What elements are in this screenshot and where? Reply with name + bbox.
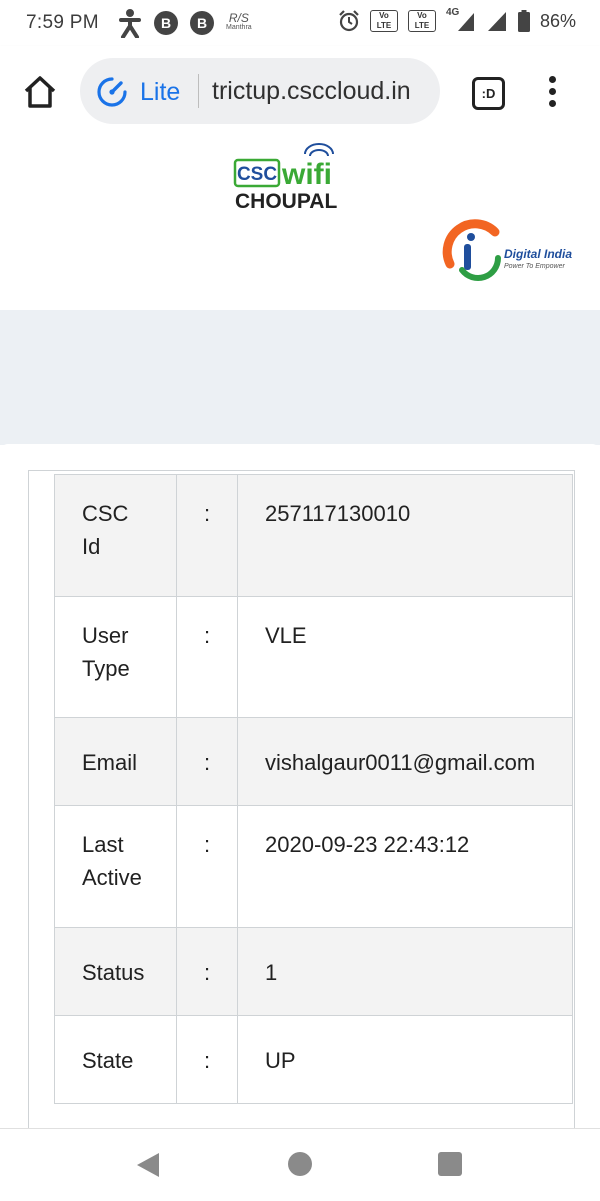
table-row: Status : 1	[54, 927, 573, 1016]
url-divider	[198, 74, 199, 108]
table-row: Email : vishalgaur0011@gmail.com	[54, 717, 573, 806]
home-icon[interactable]	[22, 74, 58, 110]
volte-2-icon: Vo LTE	[407, 10, 436, 32]
row-value-email: vishalgaur0011@gmail.com	[237, 717, 573, 806]
lite-speed-icon[interactable]	[96, 76, 128, 108]
table-row: User Type : VLE	[54, 596, 573, 718]
gray-banner	[0, 310, 600, 445]
row-value-user-type: VLE	[237, 596, 573, 718]
volte-1-icon: Vo LTE	[369, 10, 398, 32]
status-time: 7:59 PM	[26, 12, 99, 33]
browser-toolbar: Lite trictup.csccloud.in :D	[0, 46, 600, 138]
svg-text:CHOUPAL: CHOUPAL	[235, 190, 337, 212]
home-nav-icon[interactable]	[288, 1152, 312, 1176]
row-separator: :	[176, 1015, 238, 1104]
row-separator: :	[176, 474, 238, 597]
row-value-csc-id: 257117130010	[237, 474, 573, 597]
rs-app-icon: R/S Manthra	[226, 11, 252, 31]
digital-india-logo: Digital India Power To Empower	[442, 219, 572, 281]
notification-icons: B B R/S Manthra	[118, 8, 252, 38]
recent-apps-icon[interactable]	[438, 1152, 462, 1176]
row-separator: :	[176, 717, 238, 806]
tab-switcher-icon[interactable]: :D	[472, 77, 505, 110]
page-header: CSC wifi CHOUPAL Digital India Power To …	[0, 138, 600, 310]
row-key-state: State	[54, 1015, 177, 1104]
row-key-user-type: User Type	[54, 596, 177, 718]
profile-table: CSC Id : 257117130010 User Type : VLE Emai…	[54, 474, 573, 1104]
battery-icon	[517, 10, 530, 32]
row-separator: :	[176, 596, 238, 718]
row-value-status: 1	[237, 927, 573, 1016]
url-text[interactable]: trictup.csccloud.in	[212, 77, 411, 106]
row-key-csc-id: CSC Id	[54, 474, 177, 597]
svg-text:CSC: CSC	[237, 164, 277, 185]
row-key-status: Status	[54, 927, 177, 1016]
row-separator: :	[176, 805, 238, 928]
row-key-email: Email	[54, 717, 177, 806]
b-app-icon-2: B	[190, 11, 214, 35]
status-bar: 7:59 PM B B R/S Manthra Vo LTE Vo LTE 4G	[0, 0, 600, 46]
lite-label[interactable]: Lite	[140, 78, 180, 107]
b-app-icon: B	[154, 11, 178, 35]
system-nav-bar	[0, 1128, 600, 1201]
row-separator: :	[176, 927, 238, 1016]
svg-text:Digital India: Digital India	[504, 247, 572, 261]
table-row: Last Active : 2020-09-23 22:43:12	[54, 805, 573, 928]
back-icon[interactable]	[135, 1151, 161, 1179]
row-value-last-active: 2020-09-23 22:43:12	[237, 805, 573, 928]
alarm-icon	[339, 10, 359, 32]
battery-percent: 86%	[539, 10, 576, 31]
overflow-menu-icon[interactable]	[546, 76, 558, 108]
accessibility-person-icon	[119, 9, 141, 38]
profile-card: CSC Id : 257117130010 User Type : VLE Emai…	[0, 444, 600, 1141]
svg-text:Power To Empower: Power To Empower	[504, 263, 565, 270]
row-value-state: UP	[237, 1015, 573, 1104]
svg-text:wifi: wifi	[281, 158, 332, 191]
row-key-last-active: Last Active	[54, 805, 177, 928]
table-row: State : UP	[54, 1015, 573, 1104]
table-row: CSC Id : 257117130010	[54, 474, 573, 597]
signal-strength-icon	[487, 12, 506, 31]
csc-wifi-choupal-logo: CSC wifi CHOUPAL	[233, 143, 337, 212]
network-4g-icon: 4G	[446, 7, 476, 33]
system-icons: Vo LTE Vo LTE 4G 86%	[338, 7, 576, 33]
address-bar[interactable]: Lite trictup.csccloud.in	[80, 58, 440, 124]
